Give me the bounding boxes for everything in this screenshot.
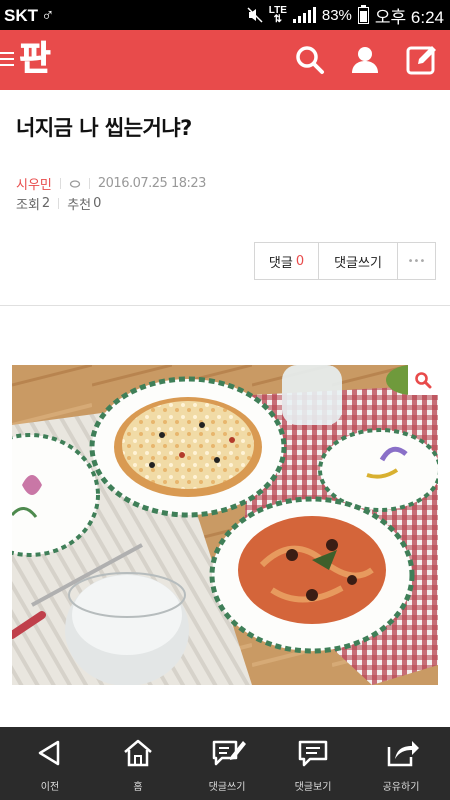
- logo-icon: 판: [19, 39, 51, 80]
- logo-text: 판: [19, 39, 50, 79]
- write-comment-button[interactable]: 댓글쓰기: [319, 243, 398, 279]
- post-actions: 댓글 0 댓글쓰기 •••: [254, 242, 436, 280]
- stats-divider: [58, 198, 60, 209]
- zoom-button[interactable]: [408, 365, 438, 395]
- more-button[interactable]: •••: [398, 243, 435, 279]
- user-button[interactable]: [348, 43, 382, 77]
- user-icon: [352, 47, 378, 73]
- status-right: LTE ⇅ 83% 오후 6:24: [247, 4, 444, 27]
- bottom-nav: 이전 홈 댓글쓰기 댓글보기 공유하기: [0, 727, 450, 800]
- post-stats: 조회 2 추천 0: [16, 194, 101, 213]
- zoom-icon: [415, 372, 432, 389]
- nav-view-comments-label: 댓글보기: [294, 782, 332, 793]
- comments-label: 댓글: [268, 255, 293, 271]
- write-icon: [406, 46, 436, 75]
- nav-back[interactable]: 이전: [5, 727, 95, 800]
- post-content: 너지금 나 씹는거냐? 시우민 2016.07.25 18:23 조회 2 추천…: [0, 90, 450, 727]
- nav-home-label: 홈: [133, 782, 143, 793]
- anonymous-icon: [69, 179, 81, 188]
- view-comments-icon: [298, 740, 328, 767]
- status-bar: SKT ♂ LTE ⇅ 83% 오후 6:24: [0, 0, 450, 30]
- meta-divider: [88, 178, 90, 189]
- nav-share[interactable]: 공유하기: [356, 727, 446, 800]
- back-icon: [38, 740, 60, 766]
- menu-icon[interactable]: [0, 52, 14, 66]
- recommend-label: 추천: [67, 198, 92, 213]
- signal-icon: [292, 7, 316, 23]
- post-date: 2016.07.25 18:23: [97, 176, 207, 191]
- section-divider: [0, 305, 450, 306]
- battery-percent: 83%: [321, 6, 352, 24]
- views-label: 조회: [16, 198, 40, 213]
- status-left: SKT ♂: [4, 5, 55, 26]
- mute-icon: [247, 7, 263, 23]
- clock: 오후 6:24: [374, 7, 444, 27]
- notification-icon: ♂: [41, 5, 55, 25]
- network-indicator: LTE ⇅: [268, 5, 287, 25]
- nav-share-label: 공유하기: [382, 782, 420, 793]
- more-icon: •••: [407, 255, 426, 267]
- write-comment-label: 댓글쓰기: [334, 255, 382, 271]
- share-icon: [387, 741, 419, 767]
- post-photo[interactable]: [12, 365, 438, 685]
- home-icon: [124, 739, 152, 767]
- nav-back-label: 이전: [40, 782, 60, 793]
- search-button[interactable]: [293, 43, 327, 77]
- write-button[interactable]: [405, 43, 439, 77]
- food-photo: [12, 365, 438, 685]
- author-name[interactable]: 시우민: [16, 174, 52, 193]
- post-meta: 시우민 2016.07.25 18:23: [16, 174, 206, 193]
- search-icon: [296, 46, 324, 74]
- nav-write-comment-label: 댓글쓰기: [208, 782, 246, 793]
- battery-icon: [357, 4, 369, 24]
- comments-button[interactable]: 댓글 0: [255, 243, 319, 279]
- app-bar: 판: [0, 30, 450, 90]
- app-logo[interactable]: 판: [14, 37, 56, 80]
- recommend-count: 0: [93, 196, 102, 211]
- nav-view-comments[interactable]: 댓글보기: [268, 727, 358, 800]
- post-title: 너지금 나 씹는거냐?: [16, 116, 192, 140]
- network-label: LTE: [268, 5, 287, 16]
- write-comment-icon: [212, 740, 246, 766]
- comment-count: 0: [295, 253, 305, 269]
- nav-write-comment[interactable]: 댓글쓰기: [182, 727, 272, 800]
- views-count: 2: [41, 196, 51, 211]
- nav-home[interactable]: 홈: [93, 727, 183, 800]
- meta-divider: [59, 178, 61, 189]
- carrier-label: SKT: [4, 6, 38, 25]
